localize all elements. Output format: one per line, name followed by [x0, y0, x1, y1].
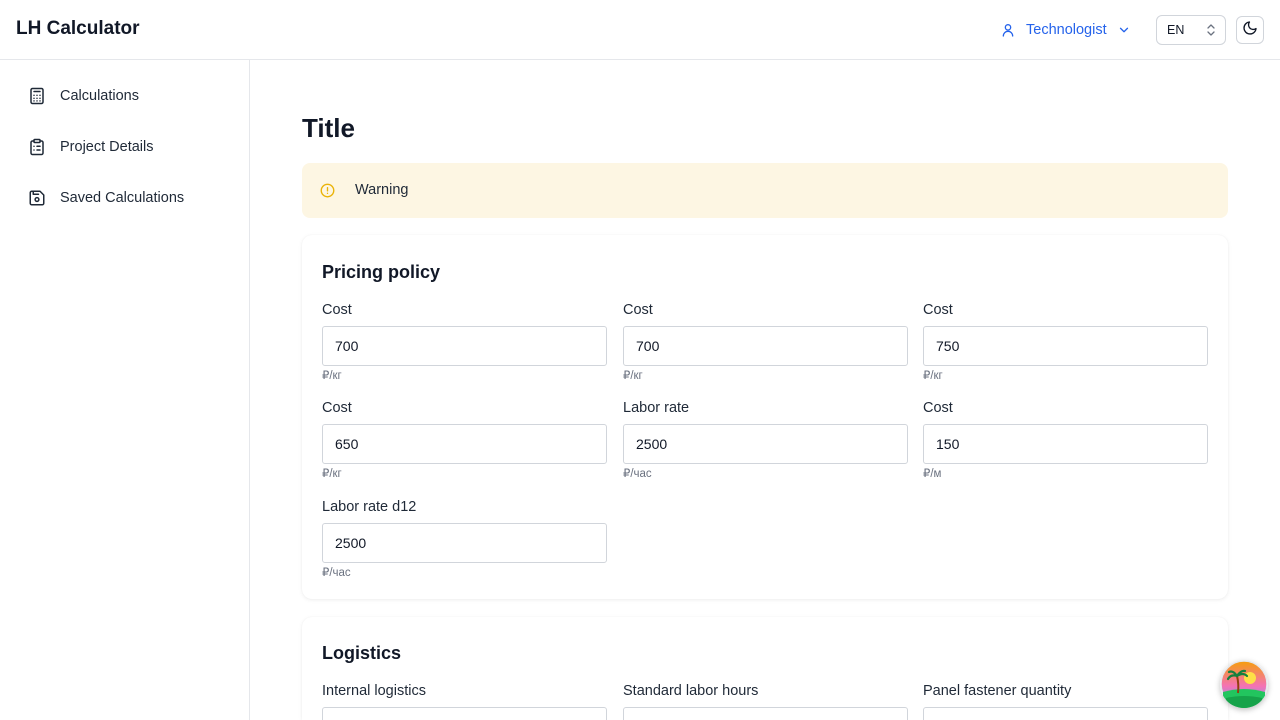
field-label: Cost [322, 302, 352, 318]
unit-label: ₽/кг [322, 468, 342, 480]
logistics-card: Logistics Internal logistics Standard la… [302, 617, 1228, 720]
logistics-field: Standard labor hours [623, 683, 908, 720]
role-label: Technologist [1026, 22, 1107, 38]
sidebar-item-label: Saved Calculations [60, 190, 185, 206]
field-label: Standard labor hours [623, 683, 759, 699]
alert-circle-icon [320, 183, 335, 203]
cost-input[interactable] [923, 326, 1208, 366]
pricing-field: Cost ₽/кг [322, 400, 607, 480]
calculator-icon [28, 87, 46, 105]
panel-fastener-quantity-input[interactable] [923, 707, 1208, 720]
language-select[interactable]: EN [1156, 15, 1226, 45]
card-title: Logistics [322, 643, 402, 663]
user-icon [1000, 22, 1016, 38]
sidebar-item-project-details[interactable]: Project Details [28, 135, 153, 159]
sidebar: Calculations Project Details Saved Calcu… [0, 60, 250, 720]
pricing-field: Cost ₽/м [923, 400, 1208, 480]
logistics-field: Panel fastener quantity [923, 683, 1208, 720]
page-title: Title [302, 113, 355, 143]
sidebar-item-saved-calculations[interactable]: Saved Calculations [28, 186, 184, 210]
role-dropdown-button[interactable]: Technologist [1000, 16, 1131, 44]
unit-label: ₽/м [923, 468, 942, 480]
pricing-policy-card: Pricing policy Cost ₽/кг Cost ₽/кг Cost … [302, 235, 1228, 599]
pricing-field: Labor rate d12 ₽/час [322, 499, 607, 579]
top-header: LH Calculator Technologist EN [0, 0, 1280, 60]
assistant-fab-button[interactable] [1220, 660, 1268, 708]
labor-rate-input[interactable] [623, 424, 908, 464]
field-label: Cost [623, 302, 653, 318]
pricing-field: Cost ₽/кг [322, 302, 607, 382]
cost-input[interactable] [322, 326, 607, 366]
internal-logistics-input[interactable] [322, 707, 607, 720]
field-label: Cost [923, 302, 953, 318]
standard-labor-hours-input[interactable] [623, 707, 908, 720]
pricing-field: Labor rate ₽/час [623, 400, 908, 480]
unit-label: ₽/час [623, 468, 652, 480]
chevrons-up-down-icon [1206, 23, 1216, 40]
logistics-field: Internal logistics [322, 683, 607, 720]
sidebar-item-label: Project Details [60, 139, 154, 155]
sidebar-item-label: Calculations [60, 88, 139, 104]
app-title: LH Calculator [16, 18, 140, 39]
pricing-field: Cost ₽/кг [623, 302, 908, 382]
labor-rate-d12-input[interactable] [322, 523, 607, 563]
moon-icon [1242, 20, 1258, 41]
clipboard-list-icon [28, 138, 46, 156]
unit-label: ₽/кг [623, 370, 643, 382]
field-label: Internal logistics [322, 683, 426, 699]
field-label: Cost [923, 400, 953, 416]
save-icon [28, 189, 46, 207]
chevron-down-icon [1117, 23, 1131, 37]
sidebar-item-calculations[interactable]: Calculations [28, 84, 139, 108]
cost-input[interactable] [923, 424, 1208, 464]
cost-input[interactable] [322, 424, 607, 464]
cost-input[interactable] [623, 326, 908, 366]
warning-alert: Warning [302, 163, 1228, 218]
unit-label: ₽/кг [322, 370, 342, 382]
card-title: Pricing policy [322, 262, 441, 282]
theme-toggle-button[interactable] [1236, 16, 1264, 44]
warning-text: Warning [355, 182, 409, 198]
field-label: Labor rate d12 [322, 499, 417, 515]
field-label: Labor rate [623, 400, 690, 416]
palm-beach-icon [1220, 660, 1268, 708]
unit-label: ₽/час [322, 567, 351, 579]
unit-label: ₽/кг [923, 370, 943, 382]
language-value: EN [1167, 23, 1185, 37]
field-label: Cost [322, 400, 352, 416]
field-label: Panel fastener quantity [923, 683, 1072, 699]
pricing-field: Cost ₽/кг [923, 302, 1208, 382]
